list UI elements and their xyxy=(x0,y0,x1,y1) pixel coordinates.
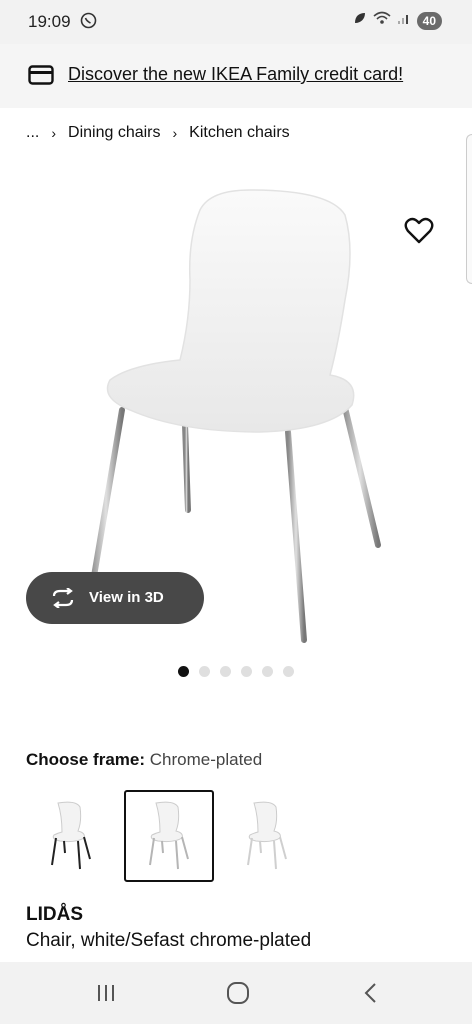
choose-frame-heading: Choose frame: Chrome-plated xyxy=(26,750,262,770)
chair-thumbnail xyxy=(51,801,91,870)
system-nav-bar xyxy=(0,962,472,1024)
home-icon xyxy=(227,982,249,1004)
chevron-right-icon: › xyxy=(51,125,57,141)
carousel-dot[interactable] xyxy=(199,666,210,677)
carousel-dot[interactable] xyxy=(283,666,294,677)
wifi-icon xyxy=(373,11,391,30)
view-in-3d-button[interactable]: View in 3D xyxy=(26,572,204,624)
breadcrumb-dining-chairs[interactable]: Dining chairs xyxy=(68,124,160,142)
status-bar: 19:09 40 xyxy=(0,0,472,44)
product-name: LIDÅS xyxy=(26,904,83,925)
scroll-indicator[interactable] xyxy=(466,134,472,284)
status-time: 19:09 xyxy=(28,12,71,31)
frame-variant-list xyxy=(26,790,312,882)
choose-frame-label: Choose frame: xyxy=(26,750,146,769)
recent-apps-icon xyxy=(98,985,114,1001)
breadcrumb-kitchen-chairs[interactable]: Kitchen chairs xyxy=(189,124,290,142)
choose-frame-value: Chrome-plated xyxy=(149,750,263,769)
chair-thumbnail xyxy=(149,801,189,870)
chevron-right-icon: › xyxy=(172,125,178,141)
credit-card-promo-link[interactable]: Discover the new IKEA Family credit card… xyxy=(68,64,403,85)
carousel-dot[interactable] xyxy=(241,666,252,677)
battery-badge: 40 xyxy=(416,11,442,30)
frame-variant-black[interactable] xyxy=(26,790,116,882)
heart-icon[interactable] xyxy=(404,216,434,246)
recent-apps-button[interactable] xyxy=(86,976,126,1010)
back-button[interactable] xyxy=(350,976,390,1010)
rotate-3d-icon xyxy=(50,587,76,613)
whatsapp-icon xyxy=(80,12,97,34)
back-icon xyxy=(364,983,376,1003)
carousel-dots xyxy=(178,666,294,677)
signal-icon xyxy=(397,11,411,30)
carousel-dot[interactable] xyxy=(220,666,231,677)
frame-variant-white[interactable] xyxy=(222,790,312,882)
view-in-3d-label: View in 3D xyxy=(89,589,164,606)
status-icons: 40 xyxy=(353,11,442,30)
credit-card-icon xyxy=(28,65,54,90)
leaf-icon xyxy=(353,11,367,30)
carousel-dot[interactable] xyxy=(178,666,189,677)
chair-thumbnail xyxy=(247,801,287,870)
carousel-dot[interactable] xyxy=(262,666,273,677)
frame-variant-chrome-plated[interactable] xyxy=(124,790,214,882)
product-description: Chair, white/Sefast chrome-plated xyxy=(26,930,312,951)
promo-banner: Discover the new IKEA Family credit card… xyxy=(0,44,472,108)
home-button[interactable] xyxy=(218,976,258,1010)
breadcrumb: ... › Dining chairs › Kitchen chairs xyxy=(26,124,290,142)
breadcrumb-ellipsis[interactable]: ... xyxy=(26,124,39,142)
